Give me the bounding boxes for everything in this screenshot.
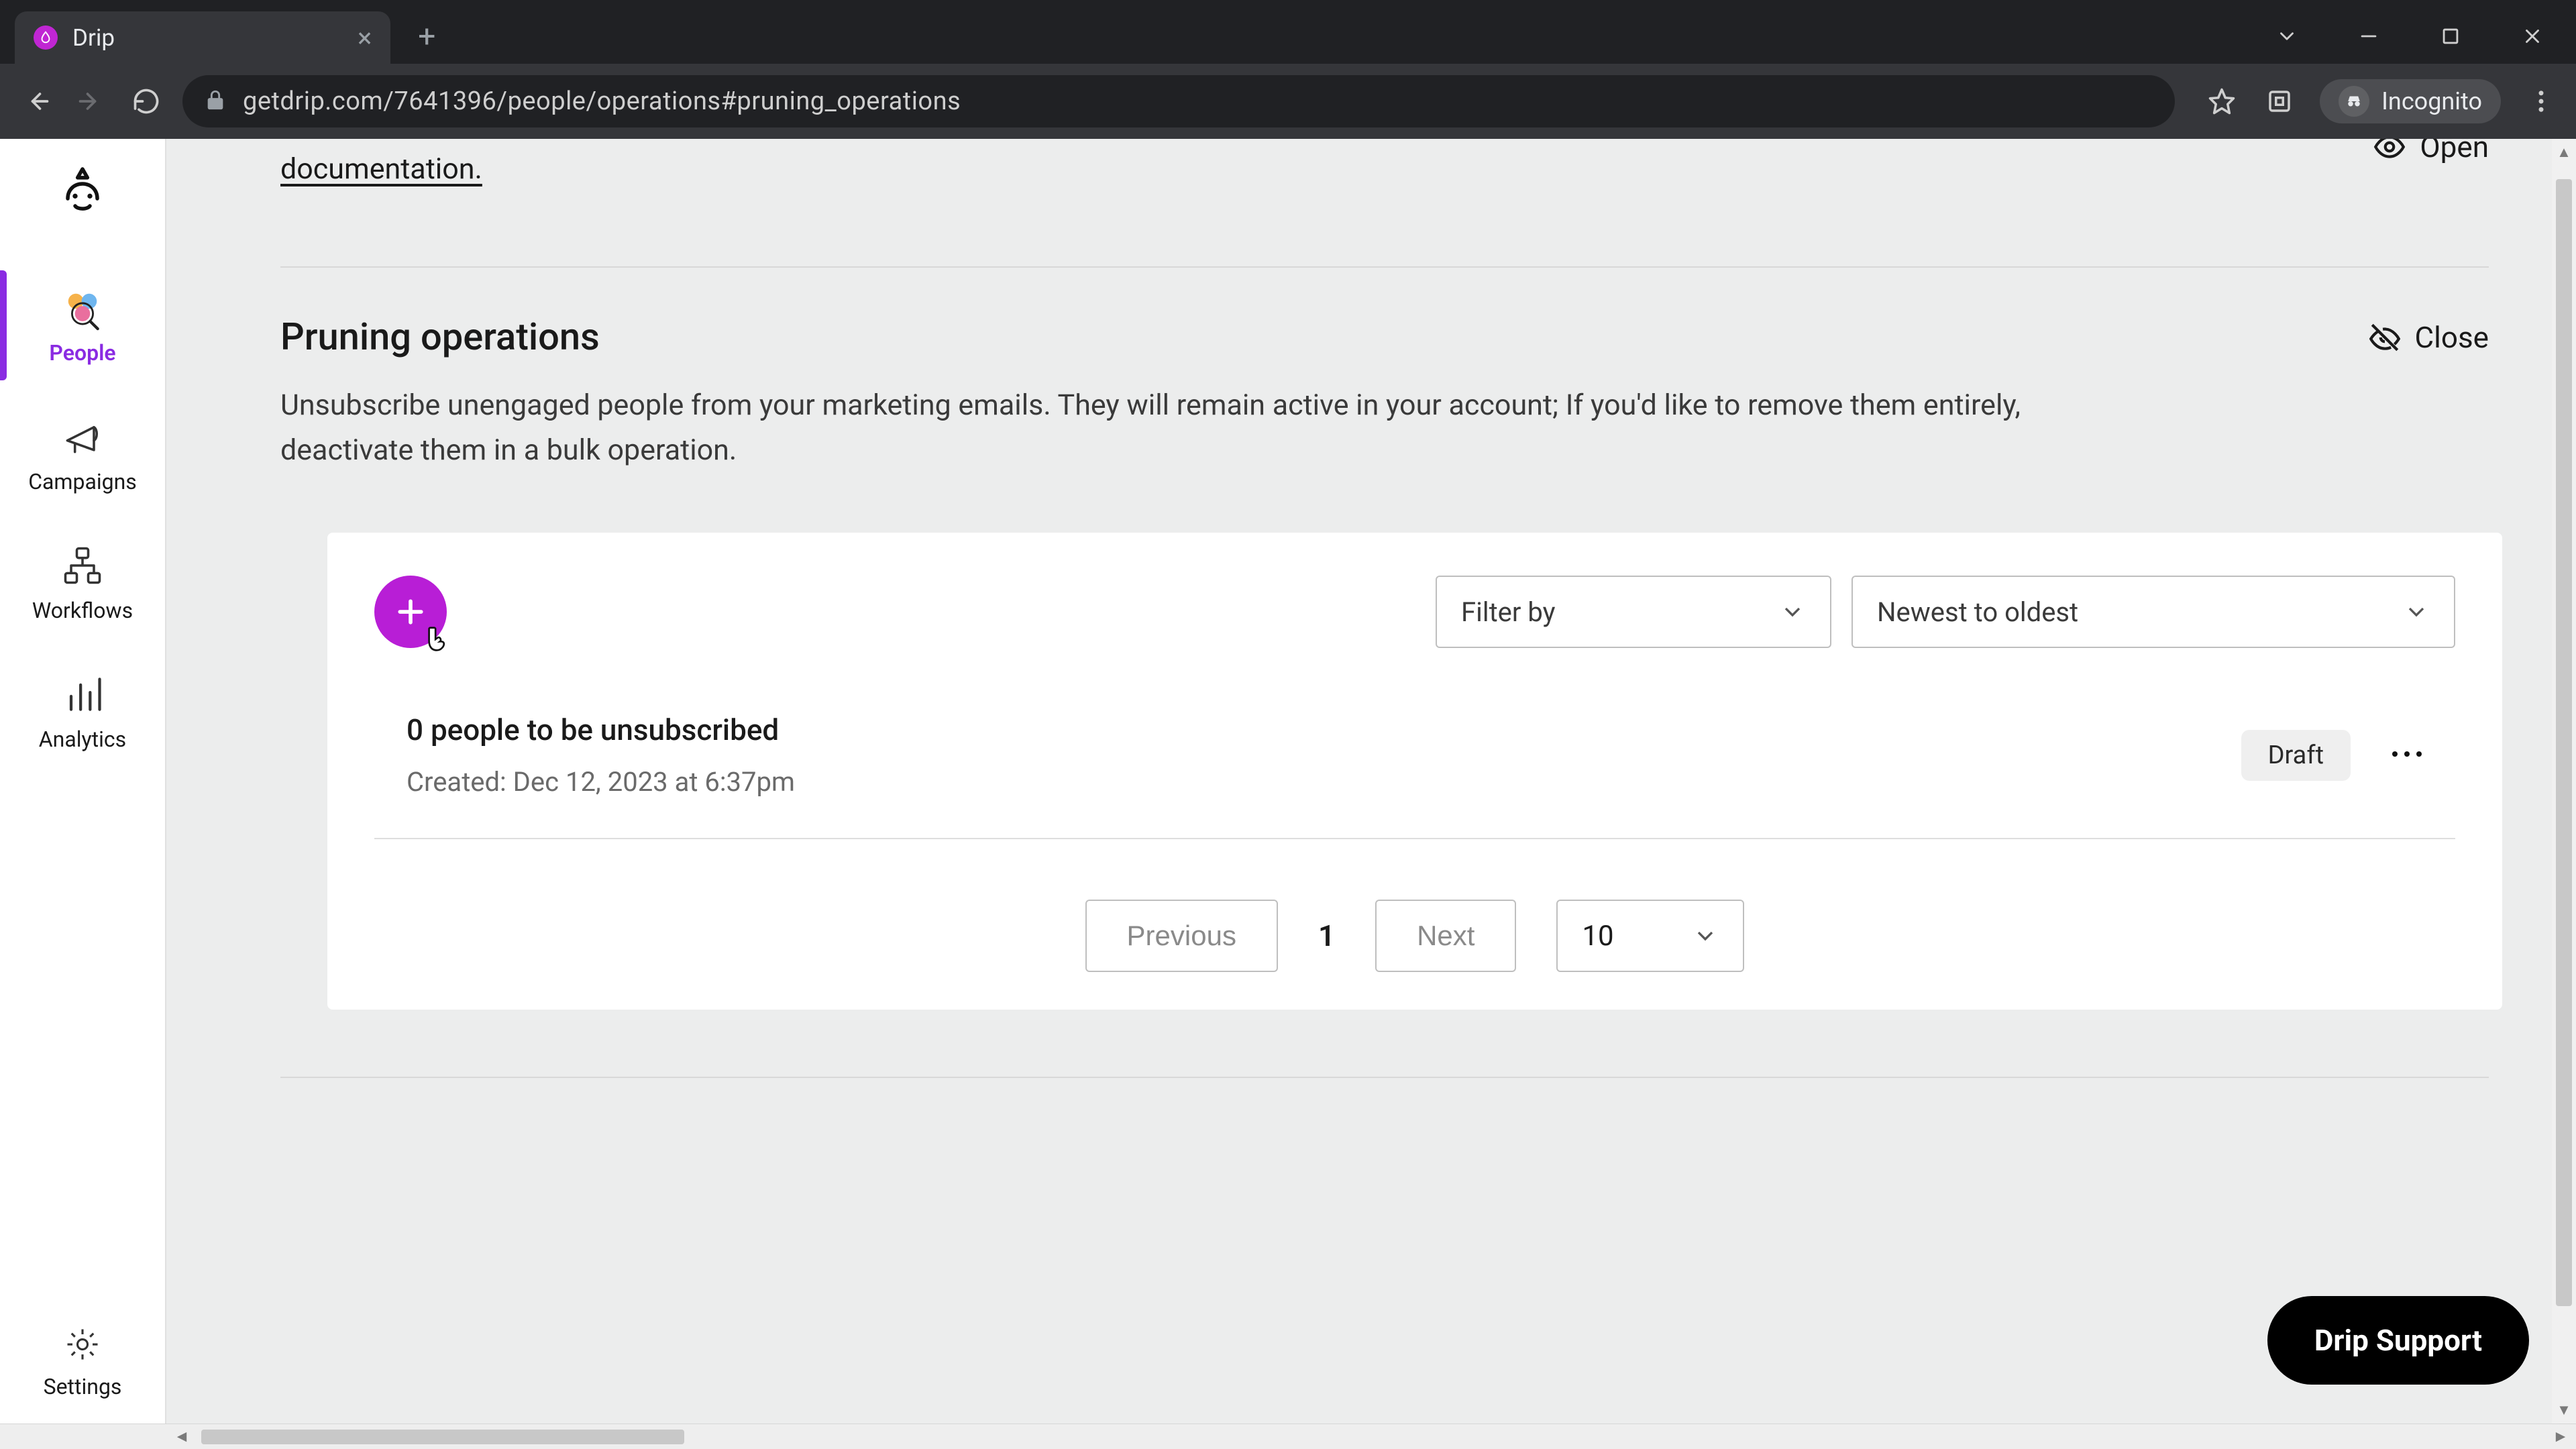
scroll-left-icon[interactable]: ◄ <box>166 1424 197 1449</box>
browser-toolbar: getdrip.com/7641396/people/operations#pr… <box>0 64 2576 139</box>
window-controls <box>2275 25 2576 64</box>
documentation-link[interactable]: documentation. <box>280 152 482 186</box>
extensions-icon[interactable] <box>2262 84 2297 119</box>
lock-icon <box>204 89 227 114</box>
toolbar-right: Incognito <box>2192 79 2559 123</box>
browser-titlebar: Drip × + <box>0 0 2576 64</box>
page-size-select[interactable]: 10 <box>1556 900 1744 972</box>
window-maximize-icon[interactable] <box>2439 25 2462 48</box>
sort-value: Newest to oldest <box>1877 596 2078 628</box>
new-tab-button[interactable]: + <box>408 18 445 56</box>
sidebar-item-analytics[interactable]: Analytics <box>0 647 165 776</box>
pagination-current-page: 1 <box>1318 918 1335 953</box>
sidebar-item-campaigns[interactable]: Campaigns <box>0 390 165 519</box>
section-description: Unsubscribe unengaged people from your m… <box>280 383 2145 472</box>
pagination-next-button[interactable]: Next <box>1375 900 1516 972</box>
nav-back-button[interactable] <box>17 83 55 120</box>
page-viewport: People Campaigns Workflows <box>0 139 2576 1424</box>
url-text: getdrip.com/7641396/people/operations#pr… <box>243 87 961 116</box>
filter-placeholder: Filter by <box>1461 596 1556 628</box>
sidebar-item-people[interactable]: People <box>0 261 165 390</box>
tab-close-icon[interactable]: × <box>358 22 372 54</box>
support-label: Drip Support <box>2314 1323 2482 1358</box>
operation-title: 0 people to be unsubscribed <box>407 712 795 747</box>
incognito-label: Incognito <box>2381 87 2482 115</box>
sort-select[interactable]: Newest to oldest <box>1851 576 2455 648</box>
pagination: Previous 1 Next 10 <box>374 900 2455 972</box>
scroll-right-icon[interactable]: ► <box>2545 1424 2576 1449</box>
scroll-up-icon[interactable]: ▲ <box>2552 139 2576 166</box>
horizontal-scrollbar[interactable]: ◄ ► <box>0 1424 2576 1449</box>
window-close-icon[interactable] <box>2521 25 2544 48</box>
card-divider <box>280 1077 2489 1078</box>
open-toggle[interactable]: Open <box>2373 139 2489 164</box>
sidebar-item-label: Workflows <box>32 598 133 623</box>
open-label: Open <box>2420 139 2489 164</box>
sidebar-item-label: Settings <box>44 1374 122 1399</box>
incognito-icon <box>2339 86 2369 117</box>
browser-tab[interactable]: Drip × <box>15 11 390 64</box>
main-content: Open documentation. Pruning operations U… <box>166 139 2576 1424</box>
browser-window: Drip × + <box>0 0 2576 1449</box>
more-menu-icon[interactable] <box>2391 749 2423 761</box>
kebab-menu-icon[interactable] <box>2524 84 2559 119</box>
section-divider <box>280 266 2489 268</box>
operation-row[interactable]: 0 people to be unsubscribed Created: Dec… <box>374 712 2455 839</box>
close-label: Close <box>2415 320 2489 355</box>
sidebar-item-workflows[interactable]: Workflows <box>0 519 165 647</box>
vertical-scrollbar[interactable]: ▲ ▼ <box>2552 139 2576 1424</box>
sidebar-item-label: People <box>49 340 115 366</box>
cursor-icon <box>423 624 453 655</box>
card-toolbar: Filter by Newest to oldest <box>374 576 2455 648</box>
incognito-chip[interactable]: Incognito <box>2320 79 2501 123</box>
scroll-thumb[interactable] <box>201 1430 684 1444</box>
nav-reload-button[interactable] <box>127 83 165 120</box>
scroll-thumb[interactable] <box>2556 179 2572 1306</box>
window-minimize-icon[interactable] <box>2357 25 2380 48</box>
app-logo[interactable] <box>53 162 112 221</box>
operation-created: Created: Dec 12, 2023 at 6:37pm <box>407 766 795 798</box>
sidebar-item-label: Campaigns <box>28 469 137 494</box>
support-button[interactable]: Drip Support <box>2267 1296 2529 1385</box>
close-toggle[interactable]: Close <box>2368 320 2489 355</box>
scroll-down-icon[interactable]: ▼ <box>2552 1397 2576 1424</box>
filter-select[interactable]: Filter by <box>1436 576 1831 648</box>
section-title: Pruning operations <box>280 315 2145 359</box>
add-operation-button[interactable] <box>374 576 447 648</box>
app-sidebar: People Campaigns Workflows <box>0 139 166 1424</box>
sidebar-item-label: Analytics <box>39 727 126 752</box>
section-header-row: Pruning operations Unsubscribe unengaged… <box>280 315 2489 472</box>
sidebar-item-settings[interactable]: Settings <box>0 1300 165 1424</box>
tab-title: Drip <box>72 24 115 52</box>
page-size-value: 10 <box>1582 920 1613 953</box>
address-bar[interactable]: getdrip.com/7641396/people/operations#pr… <box>182 75 2175 127</box>
pagination-prev-button[interactable]: Previous <box>1085 900 1278 972</box>
status-badge: Draft <box>2241 730 2351 781</box>
bookmark-star-icon[interactable] <box>2204 84 2239 119</box>
tab-search-icon[interactable] <box>2275 25 2298 48</box>
nav-forward-button <box>72 83 110 120</box>
tab-favicon <box>34 25 58 50</box>
operations-card: Filter by Newest to oldest 0 people to b… <box>327 533 2502 1010</box>
